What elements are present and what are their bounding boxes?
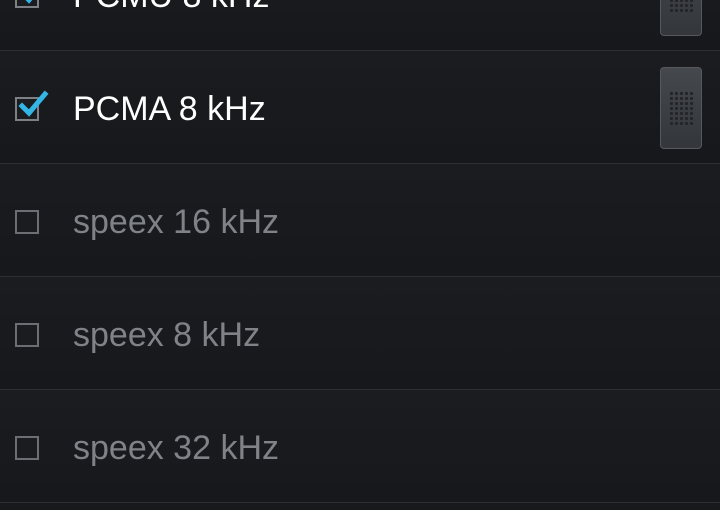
checkmark-icon [25,0,33,4]
codec-list: PCMU 8 kHz PCMA 8 kHz speex 16 kHz speex… [0,0,720,503]
codec-label: speex 16 kHz [73,203,279,241]
codec-label: speex 8 kHz [73,316,261,354]
drag-handle-icon[interactable] [660,67,702,149]
codec-row-pcma-8khz[interactable]: PCMA 8 kHz [0,51,720,164]
codec-row-speex-8khz[interactable]: speex 8 kHz [0,277,720,390]
drag-handle-icon[interactable] [660,0,702,36]
codec-row-pcmu-8khz[interactable]: PCMU 8 kHz [0,0,720,51]
codec-checkbox-pcmu-8khz[interactable] [15,0,39,8]
codec-label: PCMA 8 kHz [73,90,266,128]
codec-checkbox-speex-16khz[interactable] [15,210,39,234]
codec-checkbox-pcma-8khz[interactable] [15,90,49,121]
codec-checkbox-speex-32khz[interactable] [15,436,39,460]
codec-label: PCMU 8 kHz [73,0,269,16]
codec-label: speex 32 kHz [73,429,279,467]
checkmark-icon [18,90,49,117]
codec-checkbox-speex-8khz[interactable] [15,323,39,347]
codec-row-speex-16khz[interactable]: speex 16 kHz [0,164,720,277]
codec-row-speex-32khz[interactable]: speex 32 kHz [0,390,720,503]
